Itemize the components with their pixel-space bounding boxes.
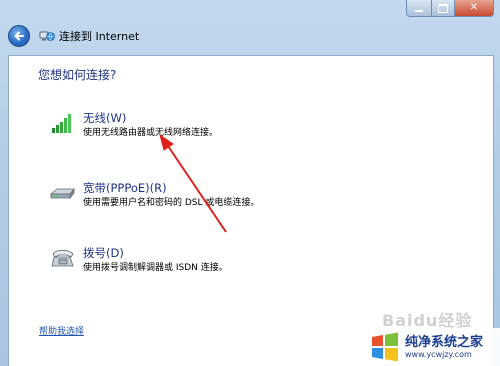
connect-to-internet-window: ✕ 连接到 Internet 您想如何连接? 无线(W) 使用无线路由器或无线网… xyxy=(0,0,500,366)
option-broadband-description: 使用需要用户名和密码的 DSL 或电缆连接。 xyxy=(83,198,260,208)
page-heading: 您想如何连接? xyxy=(38,68,117,82)
back-button[interactable] xyxy=(8,25,30,47)
option-wireless-description: 使用无线路由器或无线网络连接。 xyxy=(83,128,219,138)
maximize-icon xyxy=(438,3,448,13)
window-title: 连接到 Internet xyxy=(59,30,140,43)
maximize-button[interactable] xyxy=(432,0,455,17)
site-logo: 纯净系统之家 www.ycwjzy.com xyxy=(365,328,500,366)
option-wireless[interactable]: 无线(W) 使用无线路由器或无线网络连接。 xyxy=(49,111,218,139)
site-logo-title: 纯净系统之家 xyxy=(405,334,484,350)
windows-logo-icon xyxy=(372,332,398,362)
option-dialup-title: 拨号(D) xyxy=(83,246,124,260)
option-dialup[interactable]: 拨号(D) 使用拨号调制解调器或 ISDN 连接。 xyxy=(49,246,228,274)
close-icon: ✕ xyxy=(469,2,479,13)
option-broadband[interactable]: 宽带(PPPoE)(R) 使用需要用户名和密码的 DSL 或电缆连接。 xyxy=(49,181,259,209)
option-broadband-title: 宽带(PPPoE)(R) xyxy=(83,181,167,195)
minimize-button[interactable] xyxy=(406,0,432,17)
wireless-signal-icon xyxy=(49,111,77,135)
network-globe-icon xyxy=(39,28,55,44)
site-logo-url: www.ycwjzy.com xyxy=(405,349,472,359)
help-me-choose-link[interactable]: 帮助我选择 xyxy=(39,324,84,337)
option-dialup-description: 使用拨号调制解调器或 ISDN 连接。 xyxy=(83,263,228,273)
caption-buttons: ✕ xyxy=(406,0,494,17)
minimize-icon xyxy=(415,10,423,12)
back-arrow-icon xyxy=(14,31,24,41)
dialup-phone-icon xyxy=(49,246,77,270)
close-button[interactable]: ✕ xyxy=(455,0,494,17)
broadband-modem-icon xyxy=(49,181,77,205)
option-wireless-title: 无线(W) xyxy=(83,111,127,125)
wizard-header: 连接到 Internet xyxy=(8,24,139,48)
